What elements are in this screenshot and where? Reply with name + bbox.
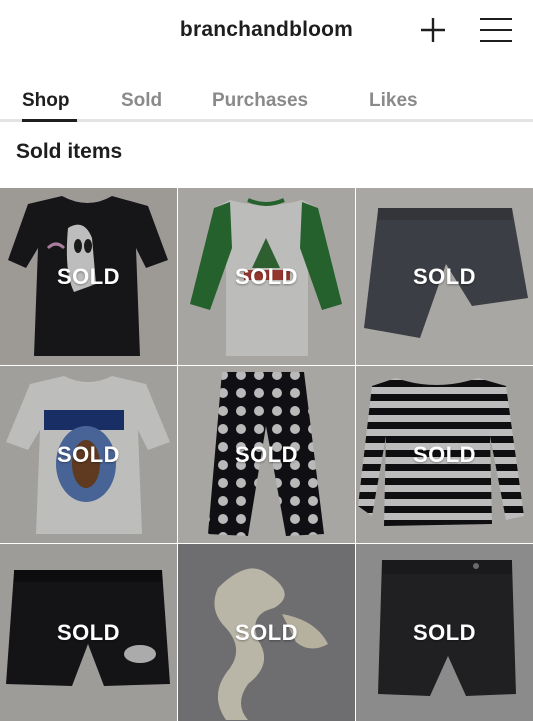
- sold-items-grid: SOLD SOLD SOLD SOLD SOLD SOLD SOLD SOLD …: [0, 188, 533, 721]
- sold-label: SOLD: [56, 620, 121, 645]
- profile-tabs: Shop Sold Purchases Likes: [0, 82, 533, 122]
- sold-label: SOLD: [56, 442, 121, 467]
- tab-sold[interactable]: Sold: [121, 90, 162, 112]
- add-listing-button[interactable]: [418, 15, 448, 45]
- menu-button[interactable]: [478, 15, 514, 45]
- sold-item-tile[interactable]: SOLD: [178, 544, 355, 721]
- sold-label: SOLD: [234, 442, 299, 467]
- sold-item-tile[interactable]: SOLD: [356, 188, 533, 365]
- section-title: Sold items: [16, 140, 123, 163]
- tab-likes[interactable]: Likes: [369, 90, 418, 112]
- sold-item-tile[interactable]: SOLD: [356, 544, 533, 721]
- sold-label: SOLD: [412, 620, 477, 645]
- sold-label: SOLD: [234, 620, 299, 645]
- sold-item-tile[interactable]: SOLD: [356, 366, 533, 543]
- sold-item-tile[interactable]: SOLD: [178, 366, 355, 543]
- top-bar: branchandbloom: [0, 0, 533, 62]
- shop-username: branchandbloom: [179, 18, 354, 41]
- tab-shop[interactable]: Shop: [22, 90, 70, 112]
- tab-purchases[interactable]: Purchases: [212, 90, 308, 112]
- sold-label: SOLD: [56, 264, 121, 289]
- sold-label: SOLD: [234, 264, 299, 289]
- hamburger-menu-icon: [480, 18, 512, 42]
- active-tab-indicator: [22, 119, 77, 122]
- sold-item-tile[interactable]: SOLD: [0, 188, 177, 365]
- sold-label: SOLD: [412, 442, 477, 467]
- tabs-divider: [0, 119, 533, 122]
- sold-item-tile[interactable]: SOLD: [0, 544, 177, 721]
- sold-label: SOLD: [412, 264, 477, 289]
- sold-item-tile[interactable]: SOLD: [178, 188, 355, 365]
- sold-item-tile[interactable]: SOLD: [0, 366, 177, 543]
- plus-icon: [421, 18, 445, 42]
